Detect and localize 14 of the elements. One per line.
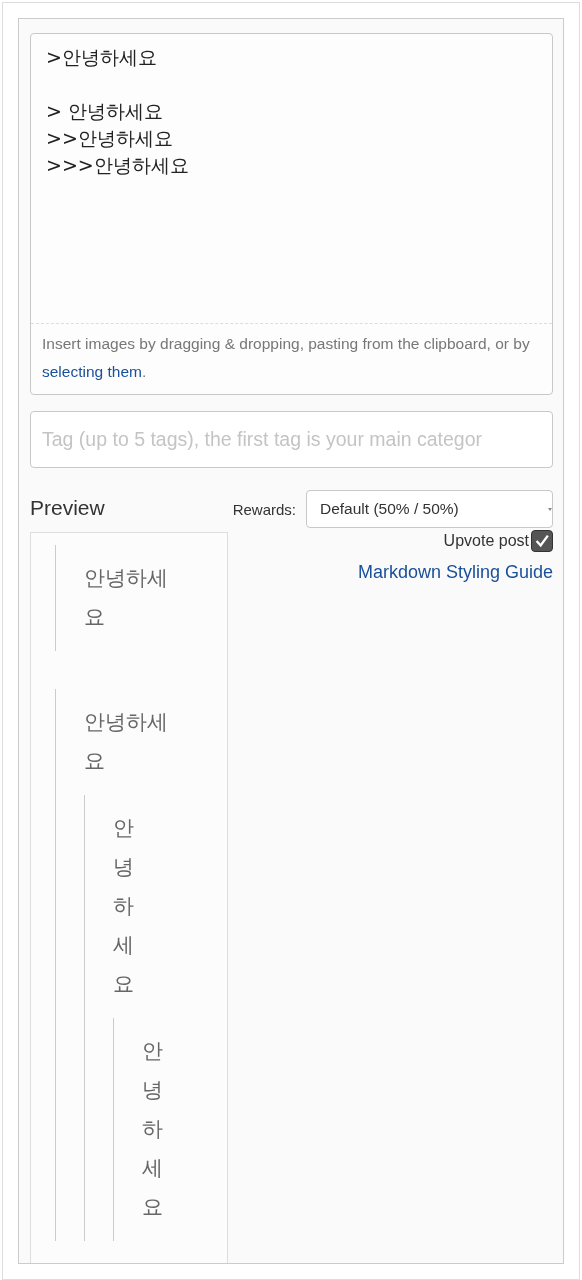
rewards-dropdown[interactable]: Default (50% / 50%) <box>306 490 553 528</box>
upvote-checkbox[interactable] <box>531 530 553 552</box>
image-upload-hint: Insert images by dragging & dropping, pasting from the clipboard, or by selecting them. <box>41 334 531 382</box>
styling-guide-link[interactable]: Markdown Styling Guide <box>357 562 553 583</box>
quote-text: 안녕하세요 <box>142 1038 163 1221</box>
select-files-link[interactable]: selecting them <box>42 363 142 380</box>
quote-text: 안녕하세요 <box>113 815 134 998</box>
tag-field[interactable]: Tag (up to 5 tags), the first tag is your main categor <box>30 411 553 468</box>
upvote-label: Upvote post <box>443 532 529 550</box>
editor-field[interactable]: >안녕하세요 > 안녕하세요 >>안녕하세요 >>>안녕하세요 Insert images by dragging & dropping, pasting from the clipboard, or by selecting them. <box>30 33 553 395</box>
preview-title: Preview <box>30 495 106 521</box>
rewards-label: Rewards: <box>232 500 296 518</box>
quote-text: 안녕하세요 <box>84 565 169 631</box>
quote-text: 안녕하세요 <box>84 709 169 775</box>
